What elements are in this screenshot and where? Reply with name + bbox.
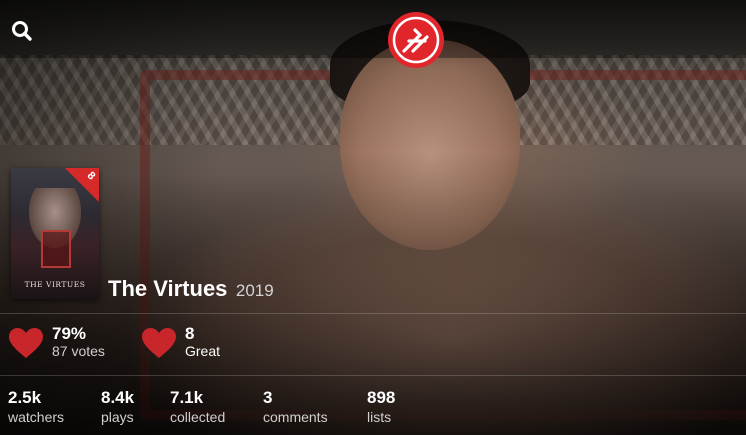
user-rating-label: Great	[185, 343, 221, 359]
stat-comments[interactable]: 3 comments	[263, 388, 328, 426]
stat-label: lists	[367, 409, 392, 425]
community-rating[interactable]: 79% 87 votes	[8, 325, 105, 360]
trakt-logo-icon[interactable]	[387, 11, 445, 69]
show-year: 2019	[235, 281, 274, 300]
poster-title: THE VIRTUES	[24, 280, 86, 289]
divider	[0, 313, 746, 314]
stat-watchers[interactable]: 2.5k watchers	[8, 388, 64, 426]
heart-icon	[142, 327, 176, 358]
stat-value: 8.4k	[101, 388, 135, 407]
show-title: The Virtues	[108, 276, 228, 301]
hero-backdrop	[0, 0, 746, 435]
community-rating-percent: 79%	[52, 324, 87, 343]
user-rating-score: 8	[185, 324, 195, 343]
stat-value: 3	[263, 388, 273, 407]
heart-icon	[9, 327, 43, 358]
user-rating[interactable]: 8 Great	[141, 325, 220, 360]
stat-value: 7.1k	[170, 388, 204, 407]
stat-label: plays	[101, 409, 134, 425]
community-rating-votes: 87 votes	[52, 343, 105, 359]
stat-label: collected	[170, 409, 226, 425]
stat-value: 898	[367, 388, 396, 407]
stat-plays[interactable]: 8.4k plays	[101, 388, 134, 426]
poster[interactable]: THE VIRTUES 8	[11, 168, 99, 299]
top-bar	[0, 0, 746, 68]
stat-label: comments	[263, 409, 328, 425]
stat-label: watchers	[8, 409, 65, 425]
search-icon[interactable]	[9, 18, 35, 44]
divider	[0, 375, 746, 376]
stat-lists[interactable]: 898 lists	[367, 388, 395, 426]
title-row: The Virtues 2019	[108, 276, 274, 302]
stat-value: 2.5k	[8, 388, 42, 407]
stat-collected[interactable]: 7.1k collected	[170, 388, 225, 426]
